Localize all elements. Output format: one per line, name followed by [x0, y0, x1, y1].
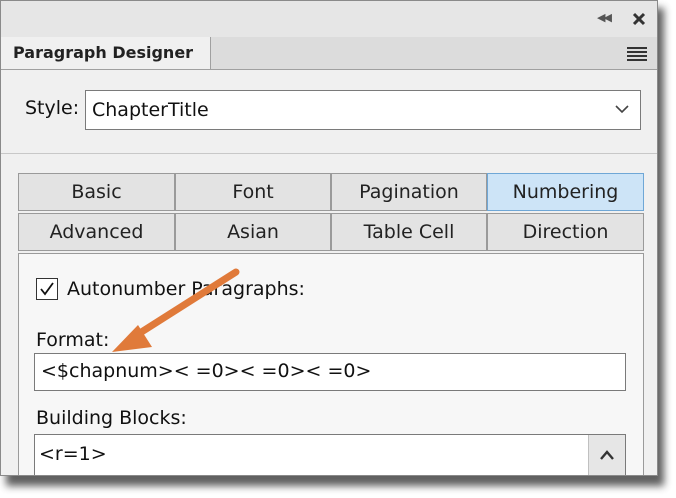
panel-tab-paragraph-designer[interactable]: Paragraph Designer — [1, 37, 211, 69]
double-chevron-left-icon[interactable]: ◀◀ — [597, 12, 612, 23]
tab-basic[interactable]: Basic — [18, 173, 175, 211]
style-dropdown[interactable]: ChapterTitle — [85, 90, 641, 130]
chevron-down-icon — [615, 105, 629, 114]
tab-direction[interactable]: Direction — [487, 213, 644, 251]
format-label: Format: — [36, 329, 110, 351]
list-item[interactable]: <r=1> — [39, 443, 107, 465]
designer-tab-grid: Basic Font Pagination Numbering Advanced… — [18, 173, 644, 253]
tab-numbering[interactable]: Numbering — [487, 173, 644, 211]
chevron-up-icon — [600, 450, 614, 460]
tab-font[interactable]: Font — [175, 173, 331, 211]
paragraph-designer-panel: ◀◀ Paragraph Designer Style: ChapterTitl… — [0, 0, 658, 476]
scroll-up-button[interactable] — [588, 435, 625, 475]
tab-table-cell[interactable]: Table Cell — [331, 213, 487, 251]
hamburger-menu-icon[interactable] — [627, 47, 647, 61]
panel-titlebar: ◀◀ — [1, 1, 657, 37]
autonumber-checkbox[interactable] — [36, 278, 58, 300]
style-label: Style: — [25, 97, 80, 119]
autonumber-label[interactable]: Autonumber Paragraphs: — [67, 278, 305, 300]
tab-asian[interactable]: Asian — [175, 213, 331, 251]
style-dropdown-value: ChapterTitle — [92, 99, 209, 121]
close-icon[interactable] — [631, 11, 647, 27]
section-divider — [1, 153, 657, 154]
tab-advanced[interactable]: Advanced — [18, 213, 175, 251]
panel-tab-row: Paragraph Designer — [1, 37, 657, 70]
building-blocks-list[interactable]: <r=1> — [34, 434, 626, 475]
tab-pagination[interactable]: Pagination — [331, 173, 487, 211]
format-field[interactable]: <$chapnum>< =0>< =0>< =0> — [34, 353, 626, 391]
checkmark-icon — [40, 282, 54, 296]
building-blocks-label: Building Blocks: — [36, 407, 187, 429]
